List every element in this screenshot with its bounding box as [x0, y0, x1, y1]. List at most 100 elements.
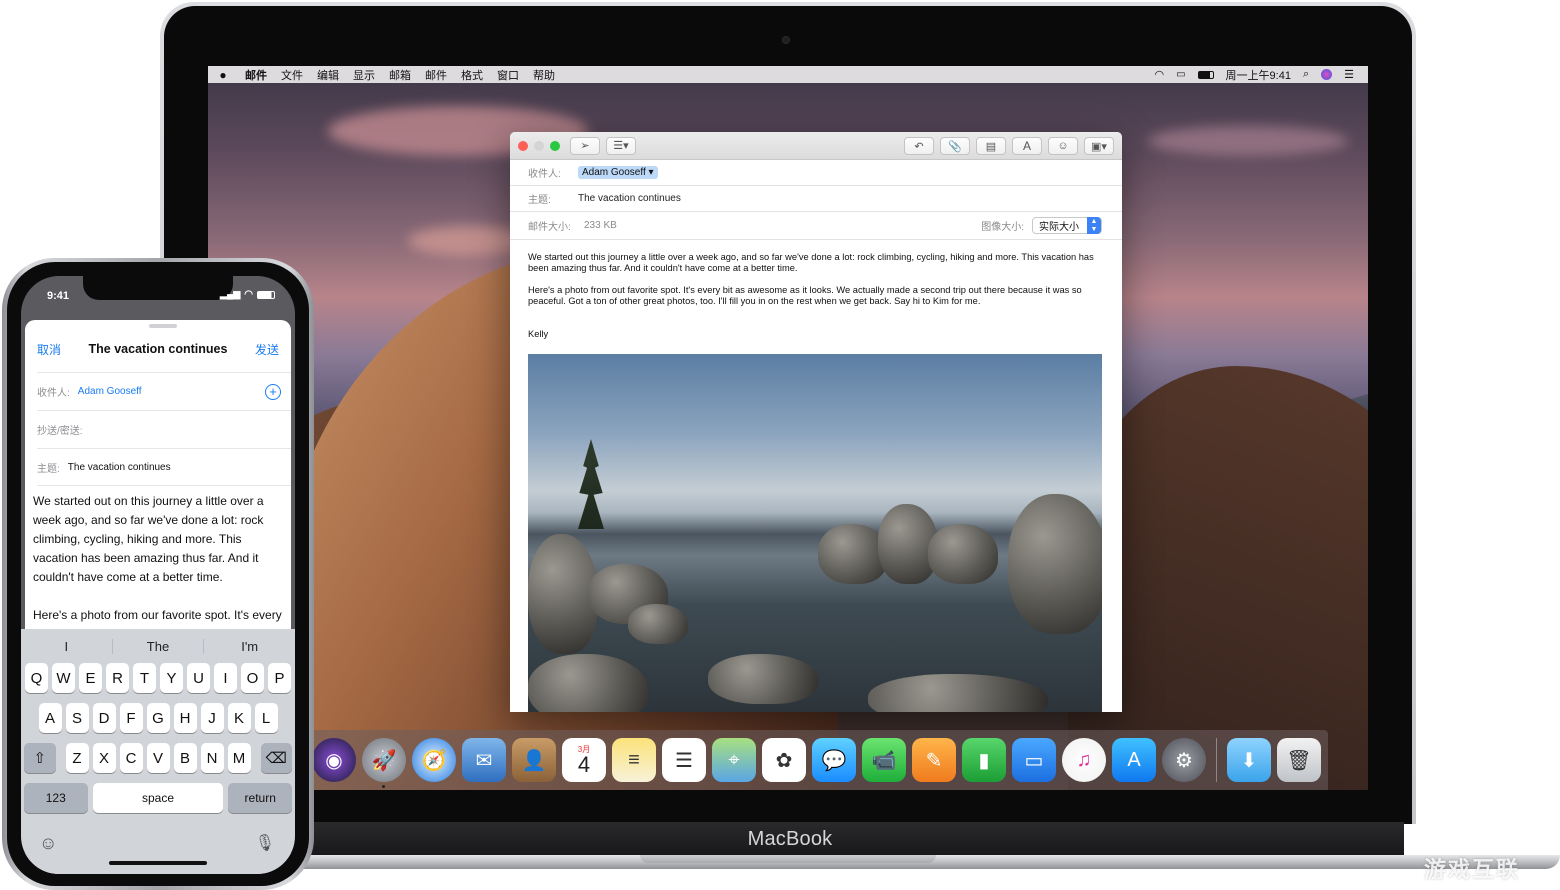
safari-icon[interactable]: 🧭	[412, 738, 456, 782]
suggestion[interactable]: The	[111, 638, 204, 654]
subject-input[interactable]: The vacation continues	[578, 193, 681, 204]
notification-center-icon[interactable]: ☰	[1344, 68, 1354, 81]
key-k[interactable]: K	[227, 703, 251, 733]
cancel-button[interactable]: 取消	[37, 341, 61, 358]
spotlight-search-icon[interactable]: ⌕	[1303, 68, 1309, 81]
contacts-icon[interactable]: 👤	[512, 738, 556, 782]
close-window-button[interactable]	[518, 140, 528, 151]
subject-field[interactable]: 主题: The vacation continues	[37, 448, 291, 486]
menu-view[interactable]: 显示	[346, 67, 382, 83]
key-l[interactable]: L	[254, 703, 278, 733]
menu-window[interactable]: 窗口	[490, 67, 526, 83]
key-x[interactable]: X	[92, 743, 116, 773]
key-i[interactable]: I	[214, 663, 237, 693]
delete-key[interactable]: ⌫	[260, 743, 292, 773]
key-f[interactable]: F	[119, 703, 143, 733]
sheet-grabber[interactable]	[149, 324, 177, 328]
menu-app[interactable]: 邮件	[238, 67, 274, 83]
menu-file[interactable]: 文件	[274, 67, 310, 83]
notes-icon[interactable]: ≡	[612, 738, 656, 782]
keynote-glyph: ▭	[1024, 749, 1044, 772]
key-n[interactable]: N	[200, 743, 224, 773]
key-q[interactable]: Q	[25, 663, 48, 693]
suggestion[interactable]: I	[21, 639, 112, 654]
key-h[interactable]: H	[173, 703, 197, 733]
space-key[interactable]: space	[92, 783, 224, 813]
return-key[interactable]: return	[228, 783, 292, 813]
mail-icon[interactable]: ✉	[462, 738, 506, 782]
list-format-button[interactable]: ☰▾	[606, 136, 636, 155]
minimize-window-button[interactable]	[534, 140, 544, 151]
key-o[interactable]: O	[241, 663, 264, 693]
wifi-icon[interactable]: ◠	[1154, 68, 1164, 81]
keynote-icon[interactable]: ▭	[1012, 738, 1056, 782]
attached-photo[interactable]	[528, 354, 1102, 712]
key-t[interactable]: T	[133, 663, 156, 693]
siri-icon[interactable]: ◉	[312, 738, 356, 782]
key-j[interactable]: J	[200, 703, 224, 733]
key-a[interactable]: A	[38, 703, 62, 733]
facetime-icon[interactable]: 📹	[862, 738, 906, 782]
siri-icon[interactable]	[1321, 69, 1333, 80]
add-recipient-icon[interactable]: +	[265, 384, 281, 400]
menu-help[interactable]: 帮助	[526, 67, 562, 83]
key-w[interactable]: W	[52, 663, 75, 693]
emoji-icon[interactable]: ☺	[39, 833, 57, 854]
menu-edit[interactable]: 编辑	[310, 67, 346, 83]
key-g[interactable]: G	[146, 703, 170, 733]
reminders-icon[interactable]: ☰	[662, 738, 706, 782]
airplay-icon[interactable]: ▭	[1176, 69, 1185, 80]
send-button[interactable]: ➢	[570, 136, 600, 155]
itunes-icon[interactable]: ♫	[1062, 738, 1106, 782]
key-p[interactable]: P	[268, 663, 291, 693]
emoji-button[interactable]: ☺	[1048, 137, 1078, 155]
key-y[interactable]: Y	[160, 663, 183, 693]
maps-icon[interactable]: ⌖	[712, 738, 756, 782]
key-s[interactable]: S	[65, 703, 89, 733]
microphone-icon[interactable]: 🎙	[255, 833, 275, 853]
reply-button[interactable]: ↶	[904, 137, 934, 155]
clock[interactable]: 周一上午9:41	[1226, 67, 1291, 83]
menu-format[interactable]: 格式	[454, 67, 490, 83]
recipient-token[interactable]: Adam Gooseff ▾	[578, 166, 658, 179]
photos-icon[interactable]: ✿	[762, 738, 806, 782]
key-m[interactable]: M	[227, 743, 251, 773]
message-body[interactable]: We started out this journey a little ove…	[510, 240, 1122, 340]
key-r[interactable]: R	[106, 663, 129, 693]
key-c[interactable]: C	[119, 743, 143, 773]
shift-key[interactable]: ⇧	[24, 743, 56, 773]
key-e[interactable]: E	[79, 663, 102, 693]
font-button[interactable]: A	[1012, 137, 1042, 155]
suggestion[interactable]: I'm	[203, 638, 295, 654]
numbers-icon[interactable]: ▮	[962, 738, 1006, 782]
home-indicator[interactable]	[109, 861, 207, 865]
pages-icon[interactable]: ✎	[912, 738, 956, 782]
header-fields-button[interactable]: ▤	[976, 137, 1006, 155]
photo-browser-button[interactable]: ▣▾	[1084, 137, 1114, 155]
system-preferences-glyph: ⚙	[1175, 749, 1193, 772]
calendar-icon[interactable]: 3月 4	[562, 738, 606, 782]
key-d[interactable]: D	[92, 703, 116, 733]
trash-icon[interactable]: 🗑	[1277, 738, 1321, 782]
attach-button[interactable]: 📎	[940, 137, 970, 155]
app-store-icon[interactable]: A	[1112, 738, 1156, 782]
image-size-select[interactable]: 实际大小 ▲ ▼	[1032, 217, 1102, 234]
menu-mailbox[interactable]: 邮箱	[382, 67, 418, 83]
key-b[interactable]: B	[173, 743, 197, 773]
key-z[interactable]: Z	[65, 743, 89, 773]
zoom-window-button[interactable]	[550, 140, 560, 151]
numbers-key[interactable]: 123	[24, 783, 88, 813]
recipient-name[interactable]: Adam Gooseff	[78, 386, 142, 397]
messages-icon[interactable]: 💬	[812, 738, 856, 782]
apple-menu-icon[interactable]: ●	[208, 68, 238, 82]
cc-bcc-field[interactable]: 抄送/密送:	[37, 410, 291, 448]
downloads-folder-icon[interactable]: ⬇	[1227, 738, 1271, 782]
key-v[interactable]: V	[146, 743, 170, 773]
battery-icon[interactable]	[1197, 70, 1214, 79]
to-field[interactable]: 收件人: Adam Gooseff +	[37, 372, 291, 410]
key-u[interactable]: U	[187, 663, 210, 693]
launchpad-icon[interactable]: 🚀	[362, 738, 406, 788]
system-preferences-icon[interactable]: ⚙	[1162, 738, 1206, 782]
send-button[interactable]: 发送	[255, 341, 279, 358]
menu-message[interactable]: 邮件	[418, 67, 454, 83]
